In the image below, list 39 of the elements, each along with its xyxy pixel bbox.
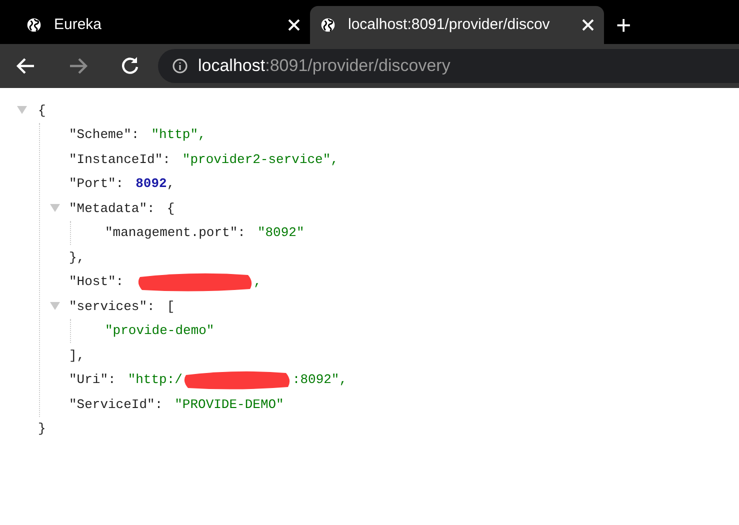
json-key: "Host": [69, 272, 124, 292]
json-string-value: "8092" [257, 224, 304, 242]
json-key: "Port": [69, 174, 124, 194]
json-key: "Metadata": [69, 198, 155, 218]
json-string-value: "provider2-service", [182, 150, 338, 168]
globe-icon [320, 17, 336, 33]
tab-title: localhost:8091/provider/discov [348, 14, 551, 35]
json-bracket: ], [69, 346, 85, 364]
json-string-value: "http", [151, 126, 206, 144]
json-bracket: { [38, 102, 46, 120]
browser-tab[interactable]: localhost:8091/provider/discov [310, 6, 604, 44]
json-bracket: { [166, 200, 175, 218]
json-key: "Uri": [69, 370, 116, 390]
close-icon[interactable] [582, 19, 594, 31]
json-key: "services": [69, 296, 155, 316]
json-bracket: }, [69, 248, 85, 266]
json-string-value: , [254, 273, 262, 291]
json-bracket: } [38, 420, 46, 438]
json-string-value: "http:/ [128, 371, 182, 389]
json-key: "management.port": [105, 223, 246, 242]
json-key: "InstanceId": [69, 150, 170, 169]
json-string-value: :8092", [292, 371, 348, 389]
globe-icon [26, 17, 42, 33]
info-icon[interactable] [172, 58, 188, 74]
tab-title: Eureka [54, 14, 103, 35]
back-arrow-icon[interactable] [16, 56, 36, 76]
json-comma: , [166, 175, 175, 193]
json-number-value: 8092 [136, 175, 167, 193]
close-icon[interactable] [288, 19, 300, 31]
address-bar[interactable]: localhost:8091/provider/discovery [158, 49, 739, 83]
json-key: "ServiceId": [69, 394, 163, 414]
new-tab-button[interactable]: + [604, 6, 644, 44]
url-text: localhost:8091/provider/discovery [198, 55, 450, 78]
json-key: "Scheme": [69, 125, 140, 144]
reload-icon[interactable] [120, 56, 140, 76]
json-string-value: "PROVIDE-DEMO" [174, 396, 284, 414]
json-string-value: "provide-demo" [105, 322, 214, 340]
json-bracket: [ [166, 298, 175, 316]
forward-arrow-icon[interactable] [68, 56, 88, 76]
